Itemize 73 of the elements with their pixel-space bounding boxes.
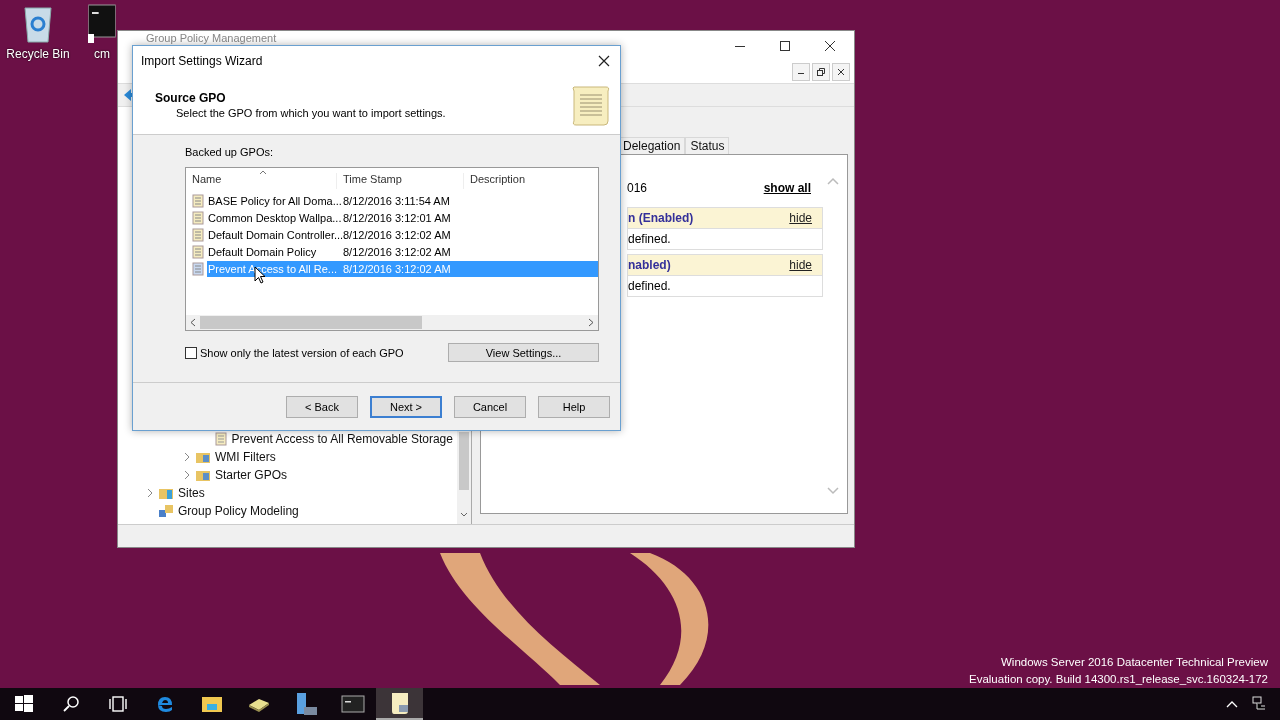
network-icon[interactable] [1252, 696, 1266, 712]
page-subtitle: Select the GPO from which you want to import settings. [175, 107, 446, 119]
section-text: defined. [628, 279, 671, 293]
close-icon[interactable] [837, 68, 845, 76]
list-row[interactable]: Common Desktop Wallpa...8/12/2016 3:12:01 AM [207, 209, 598, 226]
recycle-bin-icon[interactable] [21, 4, 55, 44]
tree-item[interactable]: Sites [178, 486, 205, 500]
column-header[interactable]: Time Stamp [337, 173, 464, 189]
gpo-list[interactable] [185, 167, 599, 331]
scroll-right-icon[interactable] [588, 318, 594, 327]
checkbox-label[interactable]: Show only the latest version of each GPO [200, 346, 404, 359]
scrollbar-thumb[interactable] [459, 432, 469, 490]
dialog-title: Import Settings Wizard [141, 54, 263, 68]
page-heading: Source GPO [155, 91, 227, 105]
dialog-button[interactable]: Next > [370, 395, 442, 418]
show-hidden-icons-icon[interactable] [1226, 700, 1238, 708]
sort-caret-icon [259, 170, 267, 175]
scroll-icon [191, 193, 205, 208]
restore-button[interactable] [812, 63, 830, 81]
report-date: 016 [627, 181, 648, 195]
tray-icon[interactable] [246, 696, 271, 712]
search-icon[interactable] [61, 695, 80, 713]
console-icon[interactable] [88, 4, 116, 44]
dialog-button[interactable]: Cancel [454, 395, 526, 418]
scroll-icon [191, 210, 205, 225]
folder-icon [158, 486, 174, 500]
column-header[interactable]: Description [464, 173, 598, 189]
tree-item[interactable]: Starter GPOs [215, 468, 288, 482]
tree-item[interactable]: Prevent Access to All Removable Storage [231, 432, 453, 446]
list-row[interactable]: Default Domain Controller...8/12/2016 3:12:02 AM [207, 226, 598, 243]
folder-icon [195, 468, 211, 482]
section-title: n (Enabled) [628, 211, 694, 225]
hide-link[interactable]: hide [789, 258, 812, 272]
horizontal-scrollbar[interactable] [186, 315, 598, 330]
section-title: nabled) [628, 258, 671, 272]
close-icon[interactable] [598, 55, 610, 67]
hide-link[interactable]: hide [789, 211, 812, 225]
taskbar-button[interactable] [376, 688, 423, 720]
window-title: Group Policy Management [146, 32, 277, 44]
desktop-icon-label[interactable]: Recycle Bin [6, 47, 70, 61]
show-all-link[interactable]: show all [763, 181, 811, 195]
expand-chevron-icon[interactable] [146, 488, 154, 498]
close-icon[interactable] [824, 40, 836, 52]
folder-icon [195, 450, 211, 464]
modeling-icon [158, 504, 174, 518]
task-view-icon[interactable] [107, 695, 128, 713]
close-button[interactable] [832, 63, 850, 81]
restore-icon[interactable] [817, 68, 825, 76]
scroll-left-icon[interactable] [190, 318, 196, 327]
view-settings-button[interactable]: View Settings... [448, 343, 599, 362]
desktop-icon-label[interactable]: cm [94, 47, 110, 61]
tree-item[interactable]: WMI Filters [215, 450, 276, 464]
dialog-button[interactable]: < Back [286, 395, 358, 418]
build-info-text: Evaluation copy. Build 14300.rs1_release_svc.160324-172 [969, 672, 1268, 687]
dialog-button[interactable]: Help [538, 395, 610, 418]
maximize-icon[interactable] [779, 40, 791, 52]
checkbox[interactable] [185, 346, 197, 359]
tree-item[interactable]: Group Policy Modeling [178, 504, 299, 518]
tab[interactable]: Status [685, 137, 730, 154]
list-row[interactable]: BASE Policy for All Doma...8/12/2016 3:11:54 AM [207, 192, 598, 209]
scroll-down-icon[interactable] [460, 512, 468, 518]
list-row[interactable]: Default Domain Policy 8/12/2016 3:12:02 AM [207, 243, 598, 260]
windows-logo-icon[interactable] [14, 695, 33, 713]
scroll-icon [191, 261, 205, 276]
tab[interactable]: Delegation [618, 137, 686, 154]
list-label: Backed up GPOs: [185, 146, 275, 158]
section-text: defined. [628, 232, 671, 246]
scroll-icon [191, 244, 205, 259]
folder-icon[interactable] [200, 695, 223, 713]
column-header[interactable]: Name [186, 173, 337, 189]
scroll-icon [213, 432, 228, 446]
build-info-text: Windows Server 2016 Datacenter Technical Preview [1000, 655, 1268, 670]
scroll-icon [191, 227, 205, 242]
